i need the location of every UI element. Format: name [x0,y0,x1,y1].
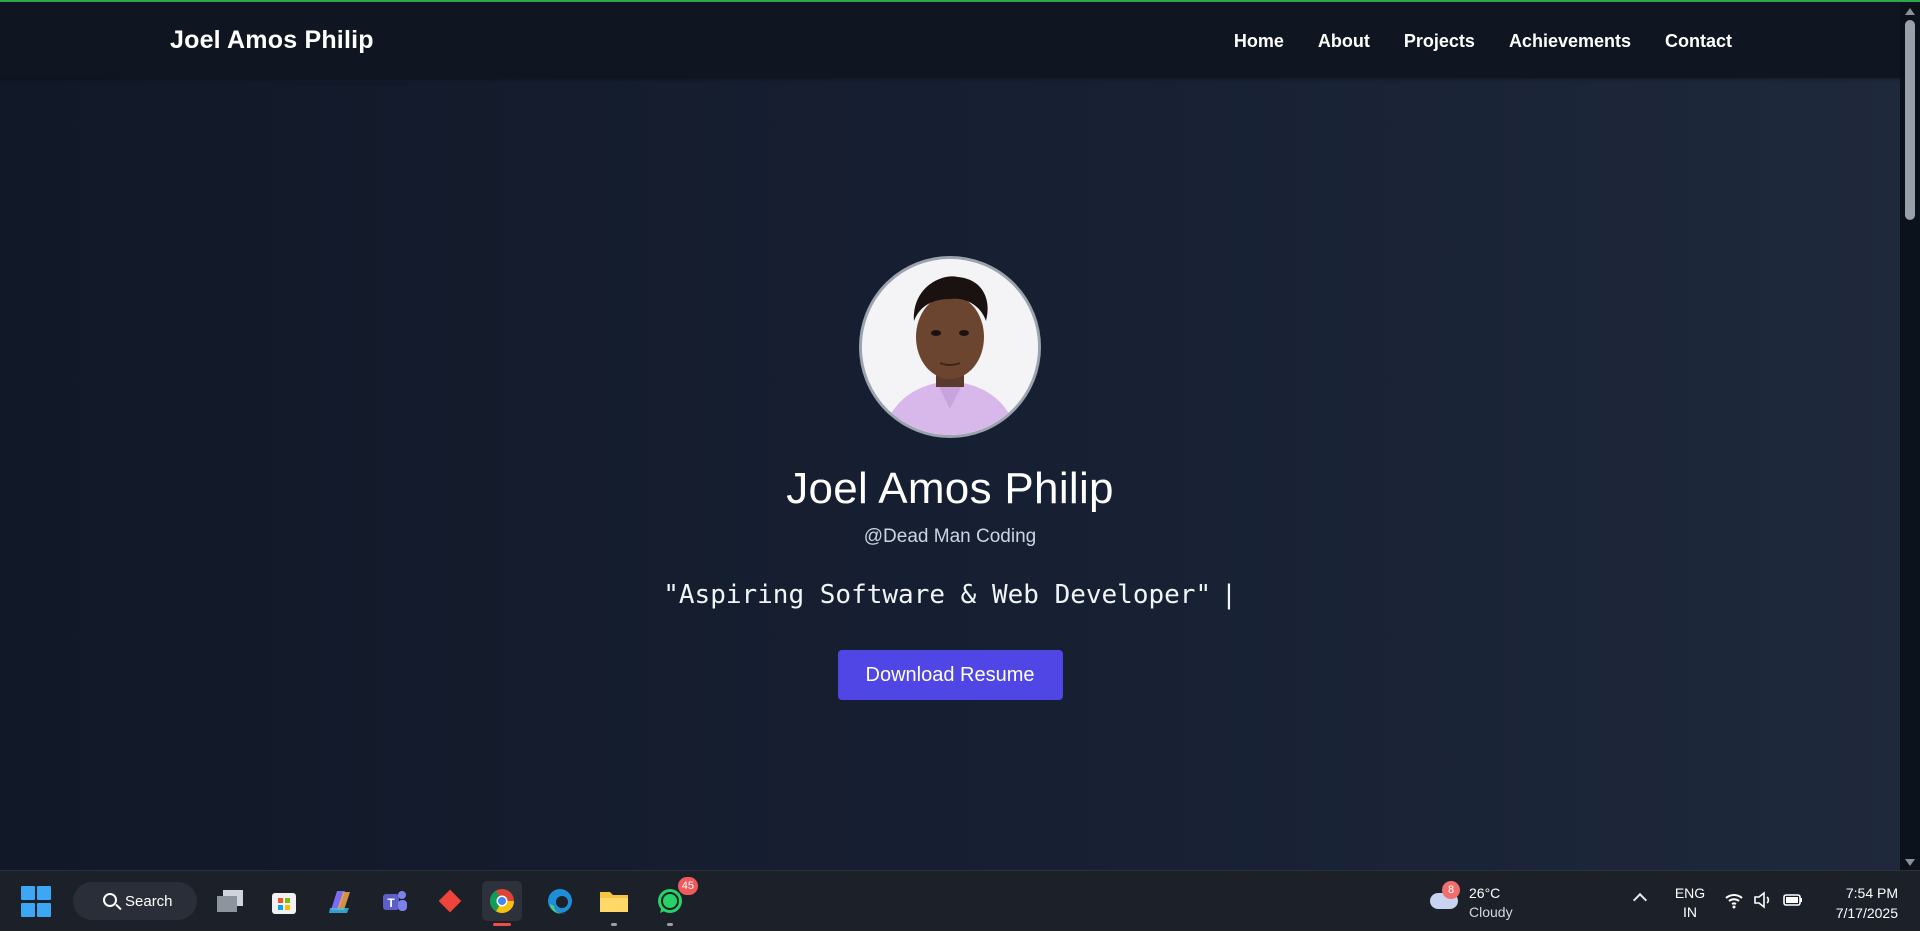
nav-home-link[interactable]: Home [1234,31,1284,52]
nav-contact-link[interactable]: Contact [1665,31,1732,52]
navbar: Joel Amos Philip Home About Projects Ach… [0,2,1900,78]
weather-badge: 8 [1442,881,1460,899]
weather-condition: Cloudy [1469,904,1513,920]
scroll-down-arrow-icon[interactable] [1905,859,1915,866]
battery-icon[interactable] [1782,891,1804,909]
tagline-text: "Aspiring Software & Web Developer" [663,580,1212,610]
language-line2: IN [1683,904,1697,920]
whatsapp-running-indicator [667,923,673,926]
chrome-icon[interactable] [482,881,522,926]
hero-name: Joel Amos Philip [786,464,1114,513]
nav-links: Home About Projects Achievements Contact [1234,31,1732,52]
nav-achievements-link[interactable]: Achievements [1509,31,1631,52]
browser-viewport: Joel Amos Philip Home About Projects Ach… [0,0,1920,870]
profile-photo [859,256,1041,438]
hero-handle: @Dead Man Coding [863,526,1037,547]
wifi-icon[interactable] [1724,891,1744,909]
nav-projects-link[interactable]: Projects [1404,31,1475,52]
hero-tagline: "Aspiring Software & Web Developer" | [663,580,1237,610]
profile-photo-portrait [862,259,1038,435]
clock-time: 7:54 PM [1845,885,1898,901]
scroll-thumb[interactable] [1905,20,1915,220]
anydesk-icon[interactable] [430,881,470,921]
edge-icon[interactable] [540,881,580,921]
explorer-running-indicator [611,923,617,926]
typing-caret: | [1221,580,1237,610]
page-scrollbar[interactable] [1900,2,1920,870]
download-resume-button[interactable]: Download Resume [837,650,1063,700]
show-hidden-icons-chevron-icon[interactable] [1632,892,1648,908]
weather-widget[interactable]: 8 26°C Cloudy [1428,881,1528,921]
clock-date: 7/17/2025 [1835,905,1898,921]
taskbar-search-box[interactable]: Search [73,882,197,920]
site-brand[interactable]: Joel Amos Philip [170,26,374,55]
teams-icon[interactable]: T [374,881,414,921]
task-view-icon[interactable] [210,881,250,921]
windows-start-icon[interactable] [20,885,52,917]
microsoft-store-icon[interactable] [264,881,304,921]
search-label: Search [125,892,173,910]
scroll-up-arrow-icon[interactable] [1905,8,1915,15]
search-icon [103,893,117,907]
whatsapp-icon[interactable]: 45 [650,877,698,926]
chrome-active-indicator [493,923,511,926]
language-indicator[interactable]: ENG IN [1672,884,1708,922]
volume-icon[interactable] [1753,891,1773,909]
nav-about-link[interactable]: About [1318,31,1370,52]
system-clock[interactable]: 7:54 PM 7/17/2025 [1808,883,1898,923]
hero-section: Joel Amos Philip @Dead Man Coding "Aspir… [0,78,1900,870]
svg-text:T: T [387,896,395,910]
whatsapp-unread-badge: 45 [677,877,698,895]
weather-temperature: 26°C [1469,885,1501,901]
file-explorer-icon[interactable] [594,881,634,926]
language-line1: ENG [1674,885,1706,901]
copilot-icon[interactable] [320,881,360,921]
windows-taskbar: Search T 45 8 26°C Cloudy ENG IN 7:54 PM… [0,870,1920,931]
